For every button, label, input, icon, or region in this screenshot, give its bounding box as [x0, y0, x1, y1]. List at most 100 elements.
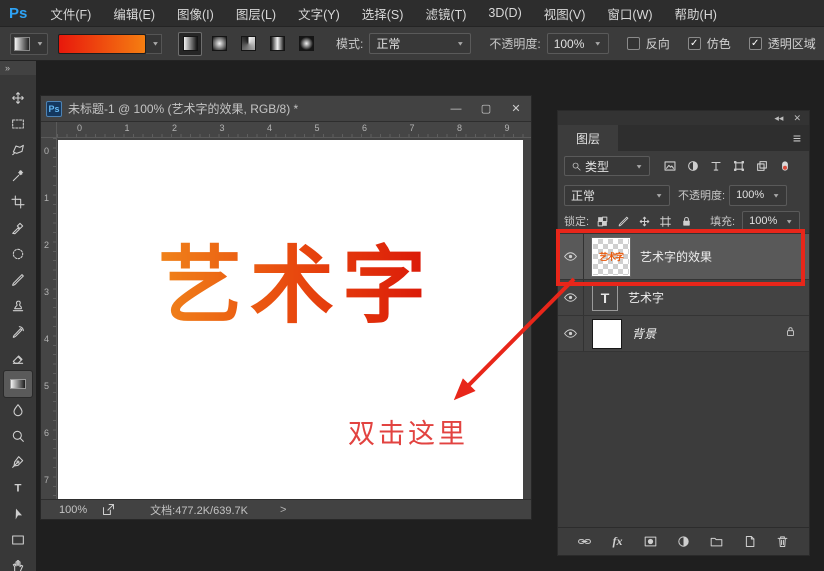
pixel-filter-button[interactable] — [660, 156, 680, 176]
menu-item[interactable]: 3D(D) — [477, 0, 532, 27]
opacity-select[interactable]: 100% ▼ — [547, 33, 609, 54]
chevron-down-icon: ▼ — [36, 40, 44, 47]
menu-item[interactable]: 滤镜(T) — [414, 0, 477, 27]
lasso-tool[interactable] — [4, 137, 32, 163]
brush-tool[interactable] — [4, 267, 32, 293]
gradient-type-radial-button[interactable] — [207, 32, 231, 56]
lock-pixels-button[interactable] — [615, 213, 632, 230]
gradient-preset-picker[interactable]: ▼ — [10, 33, 48, 55]
clone-stamp-tool[interactable] — [4, 293, 32, 319]
tab-layers[interactable]: 图层 — [558, 125, 618, 151]
fx-button[interactable]: fx — [608, 532, 628, 552]
zoom-level-field[interactable]: 100% — [59, 504, 87, 516]
move-tool[interactable] — [4, 85, 32, 111]
type-tool[interactable]: T — [4, 475, 32, 501]
lock-artboard-icon — [659, 215, 672, 228]
menu-item[interactable]: 文件(F) — [39, 0, 102, 27]
menu-item[interactable]: 文字(Y) — [287, 0, 351, 27]
checkbox-仿色[interactable]: ✓仿色 — [688, 35, 731, 52]
maximize-button[interactable]: ▢ — [471, 99, 501, 119]
menu-item[interactable]: 窗口(W) — [596, 0, 663, 27]
adjustment-button[interactable] — [674, 532, 694, 552]
ruler-number: 7 — [410, 123, 415, 133]
menu-item[interactable]: 编辑(E) — [102, 0, 166, 27]
adjustment-filter-button[interactable] — [683, 156, 703, 176]
blend-mode-select[interactable]: 正常 ▼ — [564, 185, 670, 206]
blend-mode-value: 正常 — [571, 187, 595, 204]
status-expand-chevron[interactable]: > — [280, 504, 286, 516]
adjustment-icon — [676, 534, 691, 549]
chevron-down-icon: ▼ — [456, 40, 464, 47]
share-icon[interactable] — [101, 502, 116, 517]
dodge-tool[interactable] — [4, 423, 32, 449]
group-button[interactable] — [707, 532, 727, 552]
gradient-type-diamond-button[interactable] — [294, 32, 318, 56]
gradient-swatch[interactable] — [58, 34, 146, 54]
pixel-filter-icon — [663, 159, 677, 173]
checkbox-反向[interactable]: 反向 — [627, 35, 670, 52]
filter-toggle-button[interactable] — [775, 156, 795, 176]
hand-tool[interactable] — [4, 553, 32, 571]
magic-wand-tool[interactable] — [4, 163, 32, 189]
menu-item[interactable]: 选择(S) — [351, 0, 415, 27]
rectangle-tool[interactable] — [4, 527, 32, 553]
menu-item[interactable]: 帮助(H) — [664, 0, 728, 27]
delete-button[interactable] — [773, 532, 793, 552]
layer-name[interactable]: 艺术字 — [628, 289, 664, 306]
text-layer-thumbnail[interactable]: T — [592, 285, 618, 311]
layer-visibility-toggle[interactable] — [558, 316, 584, 351]
gradient-type-angle-button[interactable] — [236, 32, 260, 56]
shape-filter-button[interactable] — [729, 156, 749, 176]
document-status-bar: 100% 文档:477.2K/639.7K > — [41, 499, 531, 519]
toolbar-expand-button[interactable]: » — [0, 61, 36, 75]
new-layer-icon — [742, 534, 757, 549]
collapse-panel-icon[interactable]: ◂◂ — [774, 113, 783, 124]
lock-transparent-button[interactable] — [594, 213, 611, 230]
eyedropper-tool[interactable] — [4, 215, 32, 241]
checkbox-透明区域[interactable]: ✓透明区域 — [749, 35, 816, 52]
crop-tool[interactable] — [4, 189, 32, 215]
menu-item[interactable]: 图层(L) — [225, 0, 287, 27]
mask-button[interactable] — [641, 532, 661, 552]
history-brush-tool[interactable] — [4, 319, 32, 345]
background-thumbnail[interactable] — [592, 319, 622, 349]
pen-tool[interactable] — [4, 449, 32, 475]
ruler-number: 1 — [125, 123, 130, 133]
layer-row-背景[interactable]: 背景 — [558, 316, 809, 352]
new-layer-button[interactable] — [740, 532, 760, 552]
path-select-tool[interactable] — [4, 501, 32, 527]
document-titlebar[interactable]: Ps 未标题-1 @ 100% (艺术字的效果, RGB/8) * — ▢ ✕ — [41, 96, 531, 122]
checkbox-label: 反向 — [646, 35, 670, 52]
gradient-type-linear-button[interactable] — [178, 32, 202, 56]
healing-brush-tool[interactable] — [4, 241, 32, 267]
ruler-number: 9 — [505, 123, 510, 133]
close-panel-icon[interactable]: ✕ — [793, 113, 801, 124]
gradient-type-reflected-button[interactable] — [265, 32, 289, 56]
gradient-dropdown-button[interactable]: ▼ — [146, 34, 162, 54]
menu-item[interactable]: 图像(I) — [166, 0, 225, 27]
minimize-button[interactable]: — — [441, 99, 471, 119]
mode-select[interactable]: 正常 ▼ — [369, 33, 471, 54]
dodge-icon — [10, 428, 26, 444]
gradient-editor[interactable]: ▼ — [58, 34, 162, 54]
type-filter-button[interactable] — [706, 156, 726, 176]
gradient-tool[interactable] — [4, 371, 32, 397]
panel-menu-icon[interactable]: ≡ — [793, 125, 809, 151]
smartobject-filter-button[interactable] — [752, 156, 772, 176]
lock-position-button[interactable] — [636, 213, 653, 230]
eraser-tool[interactable] — [4, 345, 32, 371]
marquee-tool[interactable] — [4, 111, 32, 137]
layer-name[interactable]: 背景 — [632, 325, 656, 342]
double-click-hint-text: 双击这里 — [348, 412, 468, 451]
link-button[interactable] — [575, 532, 595, 552]
lock-artboard-button[interactable] — [657, 213, 674, 230]
blur-tool[interactable] — [4, 397, 32, 423]
eraser-icon — [10, 350, 26, 366]
lock-all-button[interactable] — [678, 213, 695, 230]
photoshop-window: Ps 文件(F)编辑(E)图像(I)图层(L)文字(Y)选择(S)滤镜(T)3D… — [0, 0, 824, 571]
filter-type-select[interactable]: 类型 ▼ — [564, 156, 650, 176]
layer-opacity-select[interactable]: 100% ▼ — [729, 185, 787, 206]
menu-item[interactable]: 视图(V) — [533, 0, 597, 27]
canvas[interactable]: 艺术字 双击这里 — [58, 140, 523, 501]
close-button[interactable]: ✕ — [501, 99, 531, 119]
